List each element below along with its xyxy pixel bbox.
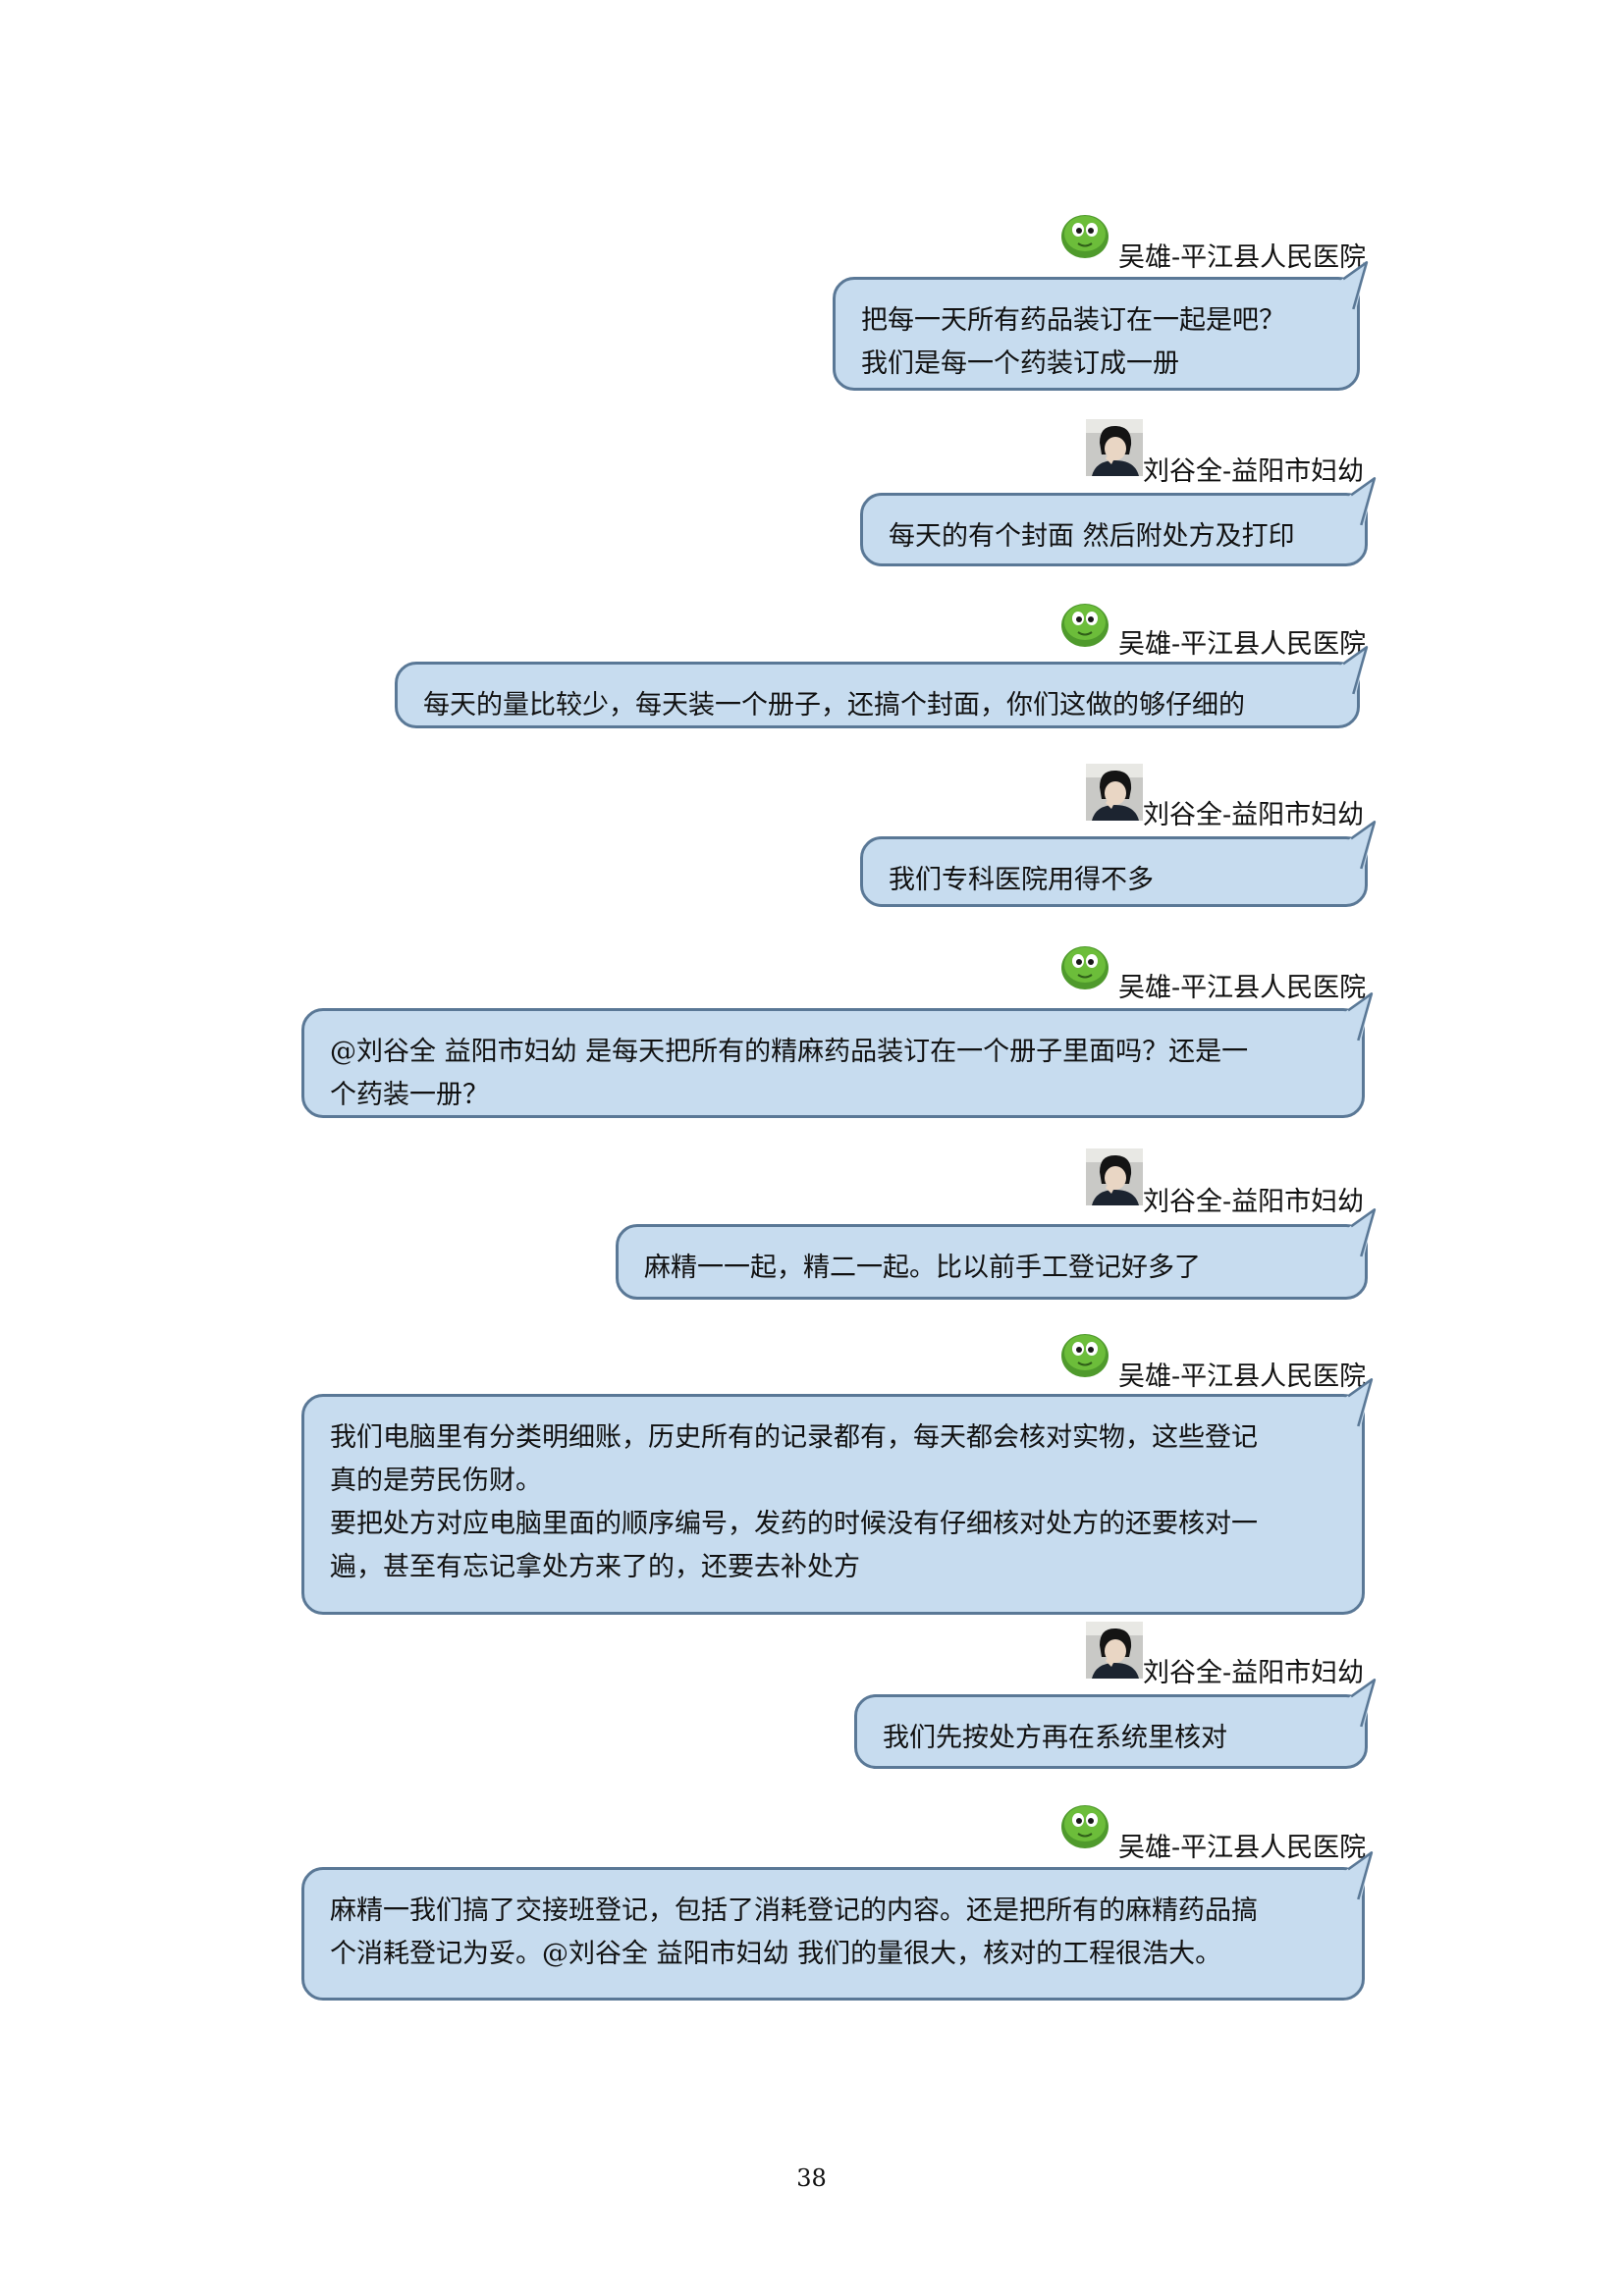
message-line: 每天的量比较少，每天装一个册子，还搞个封面，你们这做的够仔细的 <box>423 690 1245 721</box>
bubble-tail <box>1344 1378 1374 1427</box>
green-blob-avatar <box>1056 1796 1113 1853</box>
person-photo-avatar <box>1086 1622 1143 1679</box>
sender-name: 吴雄-平江县人民医院 <box>1118 1362 1367 1392</box>
green-blob-avatar <box>1056 1325 1113 1382</box>
message-bubble: 每天的有个封面 然后附处方及打印 <box>860 493 1368 566</box>
person-photo-avatar-image <box>1086 764 1143 821</box>
message-bubble: 麻精一我们搞了交接班登记，包括了消耗登记的内容。还是把所有的麻精药品搞 个消耗登记… <box>301 1867 1365 2001</box>
bubble-tail <box>1347 821 1377 870</box>
bubble-tail <box>1344 1851 1374 1900</box>
green-blob-avatar-image <box>1056 1325 1113 1382</box>
person-photo-avatar <box>1086 1148 1143 1205</box>
sender-name: 吴雄-平江县人民医院 <box>1118 1833 1367 1863</box>
bubble-tail <box>1347 1208 1377 1257</box>
message-bubble: 我们专科医院用得不多 <box>860 836 1368 907</box>
green-blob-avatar-image <box>1056 1796 1113 1853</box>
sender-name: 吴雄-平江县人民医院 <box>1118 629 1367 660</box>
sender-name: 刘谷全-益阳市妇幼 <box>1143 800 1365 830</box>
message-line: 麻精一我们搞了交接班登记，包括了消耗登记的内容。还是把所有的麻精药品搞 <box>330 1896 1258 1926</box>
sender-name: 吴雄-平江县人民医院 <box>1118 242 1367 273</box>
message-bubble: 把每一天所有药品装订在一起是吧？ 我们是每一个药装订成一册 <box>833 277 1360 391</box>
green-blob-avatar-image <box>1056 937 1113 994</box>
page-number: 38 <box>796 2164 827 2192</box>
green-blob-avatar <box>1056 937 1113 994</box>
person-photo-avatar-image <box>1086 1148 1143 1205</box>
message-line: 麻精一一起，精二一起。比以前手工登记好多了 <box>644 1253 1201 1283</box>
person-photo-avatar-image <box>1086 419 1143 476</box>
message-bubble: 我们电脑里有分类明细账，历史所有的记录都有，每天都会核对实物，这些登记 真的是劳民… <box>301 1394 1365 1615</box>
message-line: 遍，甚至有忘记拿处方来了的，还要去补处方 <box>330 1552 860 1582</box>
message-bubble: @刘谷全 益阳市妇幼 是每天把所有的精麻药品装订在一个册子里面吗？还是一 个药装一… <box>301 1008 1365 1118</box>
message-line: 个消耗登记为妥。@刘谷全 益阳市妇幼 我们的量很大，核对的工程很浩大。 <box>330 1939 1222 1969</box>
green-blob-avatar-image <box>1056 595 1113 652</box>
sender-name: 吴雄-平江县人民医院 <box>1118 973 1367 1003</box>
message-line: 我们是每一个药装订成一册 <box>861 348 1179 379</box>
sender-name: 刘谷全-益阳市妇幼 <box>1143 456 1365 487</box>
message-line: 把每一天所有药品装订在一起是吧？ <box>861 305 1285 336</box>
bubble-tail <box>1339 646 1369 695</box>
green-blob-avatar <box>1056 595 1113 652</box>
sender-name: 刘谷全-益阳市妇幼 <box>1143 1658 1365 1688</box>
sender-name: 刘谷全-益阳市妇幼 <box>1143 1187 1365 1217</box>
message-line: 真的是劳民伤财。 <box>330 1466 542 1496</box>
message-line: 个药装一册？ <box>330 1080 489 1110</box>
message-line: 我们先按处方再在系统里核对 <box>883 1723 1227 1753</box>
message-line: 要把处方对应电脑里面的顺序编号，发药的时候没有仔细核对处方的还要核对一 <box>330 1509 1258 1539</box>
green-blob-avatar-image <box>1056 206 1113 263</box>
bubble-tail <box>1347 477 1377 526</box>
message-bubble: 麻精一一起，精二一起。比以前手工登记好多了 <box>616 1224 1368 1300</box>
message-line: 我们电脑里有分类明细账，历史所有的记录都有，每天都会核对实物，这些登记 <box>330 1422 1258 1453</box>
message-bubble: 每天的量比较少，每天装一个册子，还搞个封面，你们这做的够仔细的 <box>395 662 1360 728</box>
chat-transcript-page: 吴雄-平江县人民医院 把每一天所有药品装订在一起是吧？ 我们是每一个药装订成一册 刘… <box>0 0 1623 2296</box>
message-line: 每天的有个封面 然后附处方及打印 <box>889 521 1295 552</box>
message-line: @刘谷全 益阳市妇幼 是每天把所有的精麻药品装订在一个册子里面吗？还是一 <box>330 1037 1249 1067</box>
bubble-tail <box>1344 992 1374 1041</box>
person-photo-avatar-image <box>1086 1622 1143 1679</box>
message-line: 我们专科医院用得不多 <box>889 865 1154 895</box>
green-blob-avatar <box>1056 206 1113 263</box>
message-bubble: 我们先按处方再在系统里核对 <box>854 1694 1368 1769</box>
person-photo-avatar <box>1086 419 1143 476</box>
bubble-tail <box>1347 1679 1377 1728</box>
person-photo-avatar <box>1086 764 1143 821</box>
bubble-tail <box>1339 261 1369 310</box>
